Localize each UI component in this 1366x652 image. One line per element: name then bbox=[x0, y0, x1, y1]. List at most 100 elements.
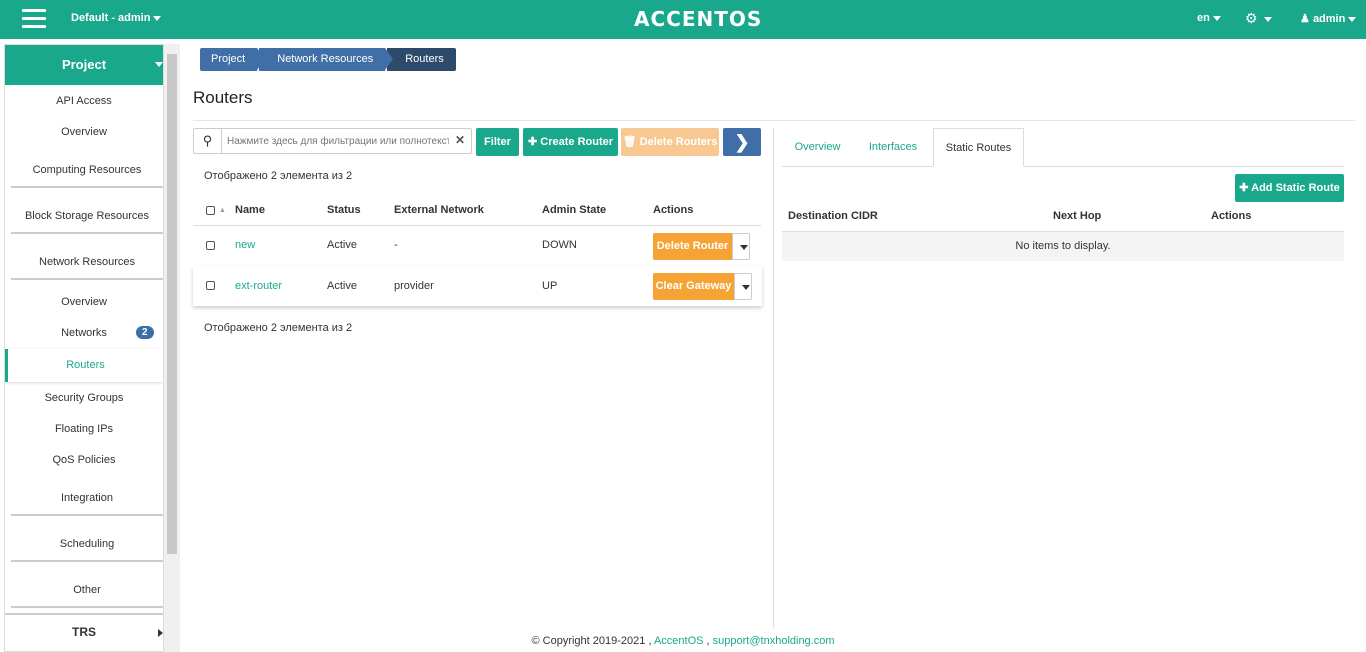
chevron-down-icon bbox=[1348, 16, 1357, 22]
sidebar-item-networks-label: Networks bbox=[61, 327, 107, 339]
column-header-admin-state[interactable]: Admin State bbox=[542, 204, 606, 216]
sidebar-item-overview[interactable]: Overview bbox=[5, 126, 163, 138]
language-selector[interactable]: en bbox=[1197, 12, 1221, 24]
column-header-destination-cidr[interactable]: Destination CIDR bbox=[788, 210, 878, 222]
sidebar-item-security-groups[interactable]: Security Groups bbox=[5, 392, 163, 404]
plus-icon: ✚ bbox=[527, 136, 538, 148]
delete-routers-label: Delete Routers bbox=[639, 136, 718, 148]
router-name-link[interactable]: ext-router bbox=[235, 280, 282, 292]
divider bbox=[193, 120, 1355, 121]
sidebar-item-networks[interactable]: Networks 2 bbox=[5, 326, 163, 339]
tab-static-routes[interactable]: Static Routes bbox=[933, 128, 1024, 167]
sidebar-section-block-storage[interactable]: Block Storage Resources bbox=[11, 210, 163, 234]
filter-button[interactable]: Filter bbox=[476, 128, 519, 156]
router-status: Active bbox=[327, 239, 357, 251]
sidebar-section-network-resources[interactable]: Network Resources bbox=[11, 256, 163, 280]
column-header-next-hop[interactable]: Next Hop bbox=[1053, 210, 1101, 222]
column-header-name[interactable]: Name bbox=[235, 204, 265, 216]
clear-gateway-button[interactable]: Clear Gateway bbox=[653, 273, 734, 300]
create-router-label: Create Router bbox=[540, 136, 614, 148]
sidebar-section-computing[interactable]: Computing Resources bbox=[11, 164, 163, 188]
table-row: new Active - DOWN Delete Router bbox=[193, 225, 761, 265]
router-status: Active bbox=[327, 280, 357, 292]
detail-tabs: Overview Interfaces Static Routes bbox=[782, 128, 1344, 167]
column-header-external-network[interactable]: External Network bbox=[394, 204, 484, 216]
language-label: en bbox=[1197, 12, 1210, 24]
user-icon: ♟ bbox=[1300, 13, 1310, 25]
sidebar-section-scheduling[interactable]: Scheduling bbox=[11, 538, 163, 562]
column-header-actions: Actions bbox=[653, 204, 694, 216]
router-external-network: provider bbox=[394, 280, 434, 292]
router-name-link[interactable]: new bbox=[235, 239, 255, 251]
sidebar-item-network-overview[interactable]: Overview bbox=[5, 296, 163, 308]
sidebar: Project API Access Overview Computing Re… bbox=[4, 44, 164, 652]
sidebar-project-label: Project bbox=[61, 57, 107, 72]
add-static-route-label: Add Static Route bbox=[1251, 182, 1340, 194]
table-row: ext-router Active provider UP Clear Gate… bbox=[193, 266, 762, 306]
delete-router-button[interactable]: Delete Router bbox=[653, 233, 732, 260]
tab-overview[interactable]: Overview bbox=[782, 128, 853, 167]
chevron-down-icon bbox=[1263, 16, 1272, 22]
top-navbar: Default - admin ACCENTOS en ⚙ ♟ admin bbox=[0, 0, 1366, 39]
column-header-actions: Actions bbox=[1211, 210, 1252, 222]
create-router-button[interactable]: ✚ Create Router bbox=[523, 128, 618, 156]
sidebar-project-header[interactable]: Project bbox=[5, 45, 163, 85]
add-static-route-button[interactable]: ✚ Add Static Route bbox=[1235, 174, 1344, 202]
sidebar-scrollbar[interactable] bbox=[164, 44, 180, 652]
support-email-link[interactable]: support@tnxholding.com bbox=[713, 635, 835, 647]
sidebar-section-integration[interactable]: Integration bbox=[11, 492, 163, 516]
row-checkbox[interactable] bbox=[206, 241, 215, 250]
page-title: Routers bbox=[193, 88, 253, 107]
sidebar-item-floating-ips[interactable]: Floating IPs bbox=[5, 423, 163, 435]
chevron-down-icon bbox=[1212, 15, 1221, 21]
column-header-status[interactable]: Status bbox=[327, 204, 361, 216]
row-checkbox[interactable] bbox=[206, 281, 215, 290]
trash-icon: 🗑 bbox=[622, 136, 637, 148]
breadcrumb-routers[interactable]: Routers bbox=[387, 48, 456, 71]
panel-divider bbox=[773, 128, 774, 628]
router-admin-state: UP bbox=[542, 280, 558, 292]
menu-toggle-icon[interactable] bbox=[22, 9, 46, 29]
items-count-bottom: Отображено 2 элемента из 2 bbox=[204, 322, 353, 334]
chevron-right-icon[interactable]: ❯ bbox=[723, 128, 761, 156]
sidebar-section-other[interactable]: Other bbox=[11, 584, 163, 608]
gear-icon: ⚙ bbox=[1245, 10, 1258, 26]
footer-brand-link[interactable]: AccentOS bbox=[654, 635, 704, 647]
project-selector-label: Default - admin bbox=[71, 12, 151, 24]
chevron-down-icon bbox=[155, 62, 163, 67]
row-actions-dropdown[interactable] bbox=[732, 233, 750, 260]
select-all-checkbox[interactable] bbox=[206, 206, 215, 215]
user-name: admin bbox=[1312, 13, 1346, 25]
footer-separator: , bbox=[706, 635, 710, 647]
items-count-top: Отображено 2 элемента из 2 bbox=[204, 170, 353, 182]
sidebar-item-api-access[interactable]: API Access bbox=[5, 95, 163, 107]
search-input[interactable] bbox=[227, 132, 449, 150]
sidebar-item-qos-policies[interactable]: QoS Policies bbox=[5, 454, 163, 466]
footer: © Copyright 2019-2021 , AccentOS , suppo… bbox=[0, 635, 1366, 647]
scrollbar-thumb[interactable] bbox=[167, 54, 177, 554]
search-icon[interactable]: ⚲ bbox=[194, 129, 222, 153]
sort-icon[interactable]: ▲ bbox=[219, 207, 226, 214]
router-admin-state: DOWN bbox=[542, 239, 577, 251]
breadcrumb: Project Network Resources Routers bbox=[200, 48, 458, 71]
chevron-down-icon bbox=[742, 285, 750, 290]
user-menu[interactable]: ♟ admin bbox=[1300, 12, 1357, 25]
row-actions-dropdown[interactable] bbox=[734, 273, 752, 300]
empty-table-message: No items to display. bbox=[782, 231, 1344, 261]
chevron-down-icon bbox=[740, 245, 748, 250]
plus-icon: ✚ bbox=[1239, 182, 1249, 194]
settings-menu[interactable]: ⚙ bbox=[1245, 10, 1272, 27]
breadcrumb-project[interactable]: Project bbox=[200, 48, 266, 71]
delete-routers-button[interactable]: 🗑 Delete Routers bbox=[621, 128, 719, 156]
project-selector[interactable]: Default - admin bbox=[71, 12, 162, 24]
breadcrumb-network-resources[interactable]: Network Resources bbox=[259, 48, 394, 71]
chevron-down-icon bbox=[153, 15, 162, 21]
networks-count-badge: 2 bbox=[136, 326, 154, 339]
copyright-text: © Copyright 2019-2021 , bbox=[531, 635, 652, 647]
tab-interfaces[interactable]: Interfaces bbox=[858, 128, 928, 167]
router-external-network: - bbox=[394, 239, 398, 251]
clear-icon[interactable]: ✕ bbox=[455, 133, 465, 147]
logo: ACCENTOS bbox=[634, 7, 763, 31]
search-box: ⚲ ✕ bbox=[193, 128, 472, 154]
sidebar-item-routers[interactable]: Routers bbox=[5, 349, 163, 382]
